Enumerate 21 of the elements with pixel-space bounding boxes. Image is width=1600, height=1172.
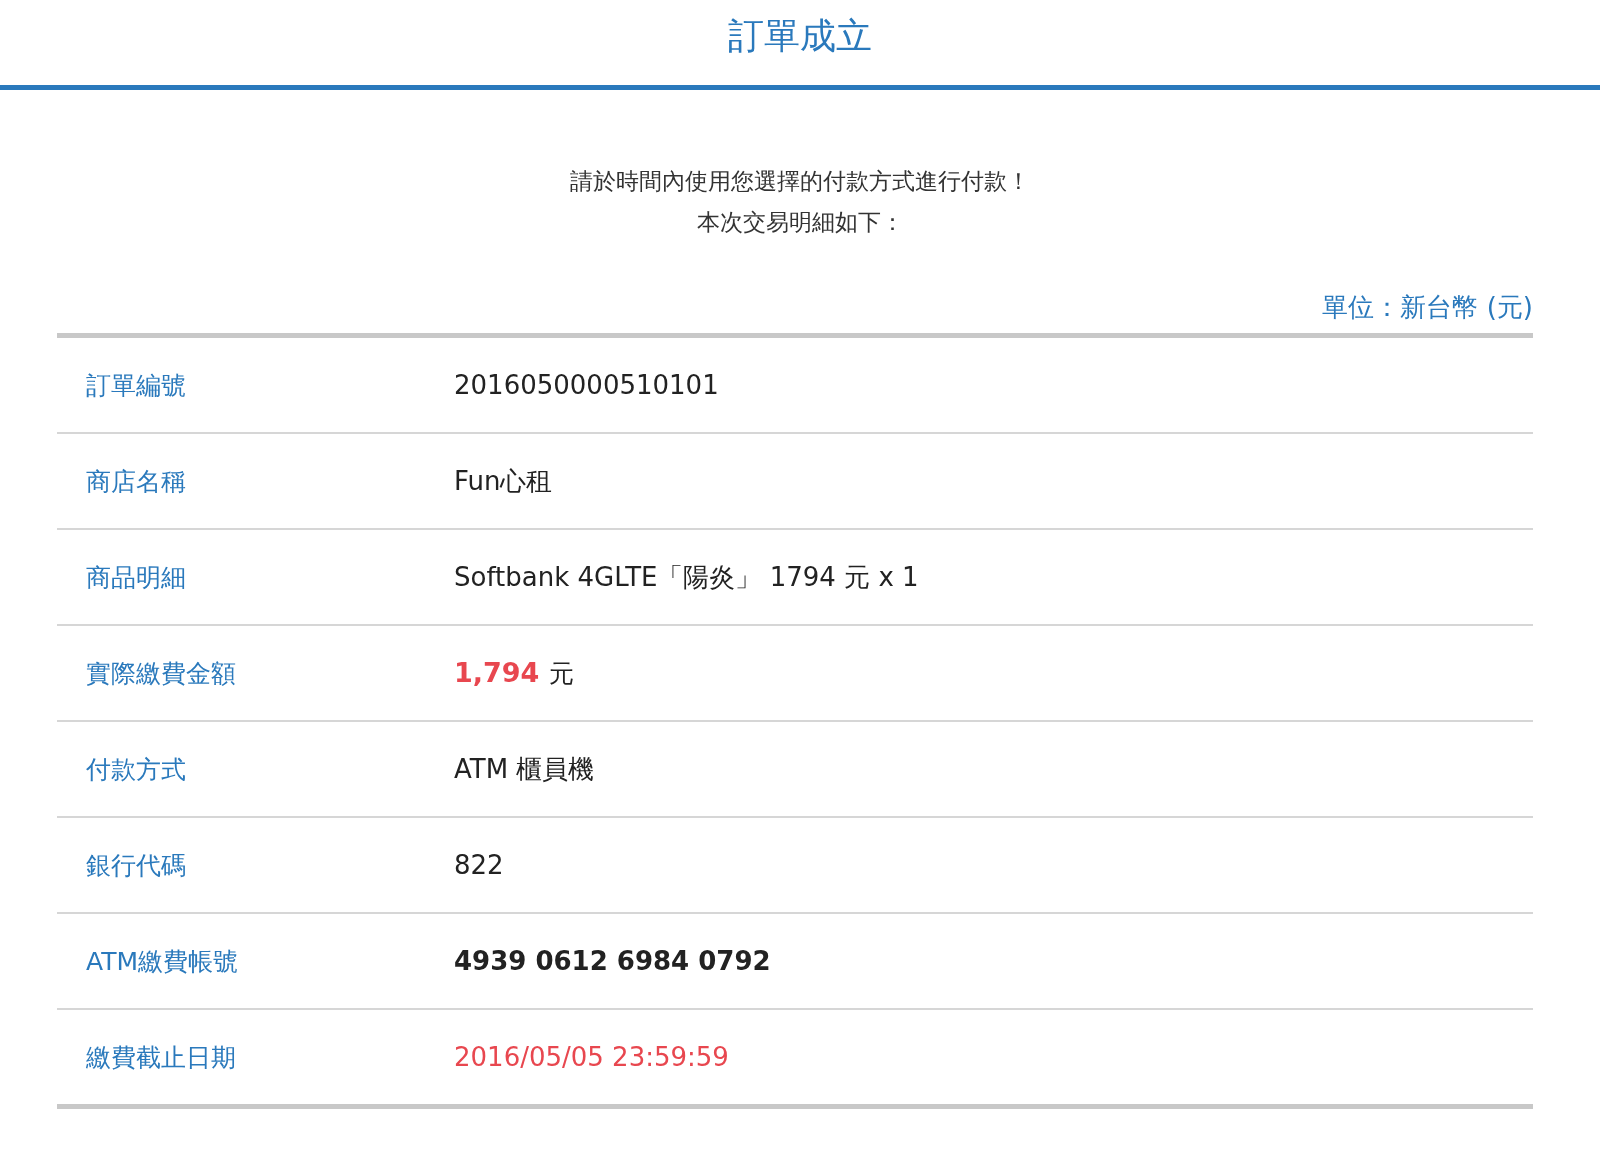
- currency-unit: 單位：新台幣 (元): [1322, 291, 1533, 324]
- field-value: ATM 櫃員機: [454, 752, 595, 786]
- field-value: 4939 0612 6984 0792: [454, 946, 771, 976]
- page-title: 訂單成立: [728, 14, 872, 58]
- field-label: 訂單編號: [85, 369, 187, 402]
- amount-value: 1,794: [454, 656, 540, 688]
- field-value: 2016/05/05 23:59:59: [454, 1042, 729, 1072]
- field-label: 銀行代碼: [85, 849, 187, 882]
- field-label: 實際繳費金額: [85, 657, 237, 690]
- field-label: 付款方式: [85, 753, 187, 786]
- field-value: 822: [454, 850, 504, 880]
- field-label: ATM繳費帳號: [85, 945, 239, 978]
- field-label: 繳費截止日期: [85, 1041, 237, 1074]
- field-label: 商店名稱: [85, 465, 187, 498]
- field-value: Fun心租: [454, 464, 553, 498]
- field-label: 商品明細: [85, 561, 187, 594]
- instruction-text: 本次交易明細如下：: [696, 208, 904, 237]
- instruction-text: 請於時間內使用您選擇的付款方式進行付款！: [570, 167, 1030, 196]
- currency-text: 元: [549, 657, 575, 690]
- field-value: Softbank 4GLTE「陽炎」 1794 元 x 1: [454, 560, 919, 594]
- field-value: 2016050000510101: [454, 370, 719, 400]
